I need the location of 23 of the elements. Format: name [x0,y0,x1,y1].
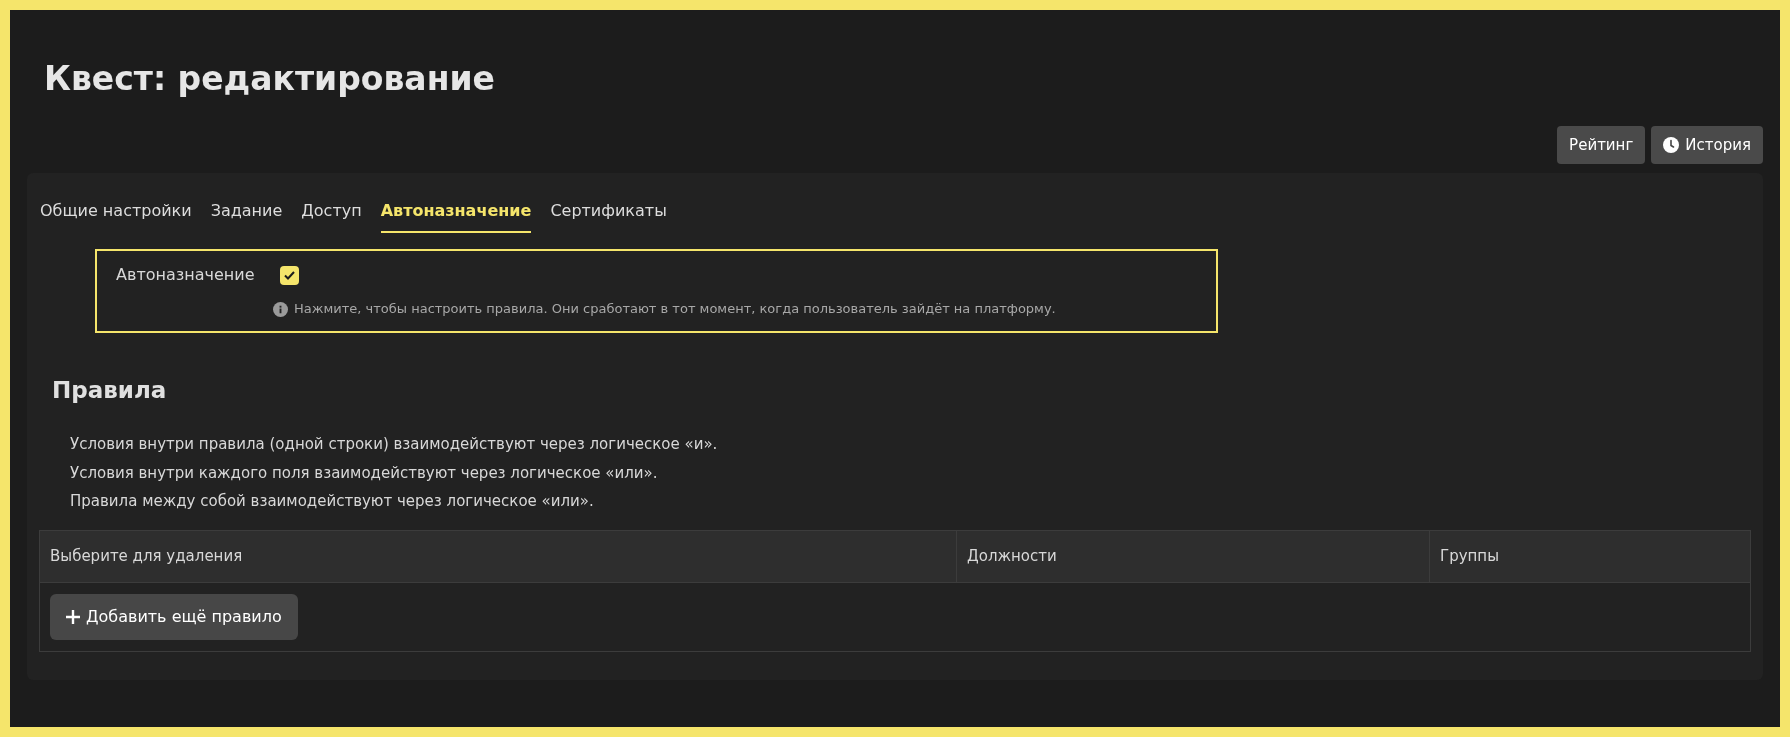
history-button[interactable]: История [1651,126,1763,165]
tab[interactable]: Задание [210,199,283,234]
column-header: Должности [956,530,1429,582]
column-header: Выберите для удаления [49,546,244,567]
rating-button[interactable]: Рейтинг [1557,126,1646,165]
clock-icon [1663,137,1680,154]
plus-icon [66,609,80,624]
tab[interactable]: Сертификаты [550,199,667,234]
rules-note: Условия внутри правила (одной строки) взаимодействуют через логическое «и». [70,434,718,456]
column-header: Группы [1429,530,1750,582]
add-rule-button[interactable]: Добавить ещё правило [50,593,298,640]
tab[interactable]: Автоназначение [380,199,532,234]
autoassign-checkbox[interactable] [279,265,299,285]
tab[interactable]: Общие настройки [40,199,192,234]
checkmark-icon [283,270,295,280]
info-icon [273,301,288,317]
tab[interactable]: Доступ [301,199,362,234]
rules-heading: Правила [52,375,167,405]
rules-note: Правила между собой взаимодействуют через логическое «или». [70,491,594,513]
rules-note: Условия внутри каждого поля взаимодействуют через логическое «или». [70,462,658,484]
autoassign-hint: Нажмите, чтобы настроить правила. Они сработают в тот момент, когда пользователь зайдёт на платформу. [294,300,1056,319]
autoassign-label: Автоназначение [116,264,255,287]
page-title: Квест: редактирование [44,58,495,100]
